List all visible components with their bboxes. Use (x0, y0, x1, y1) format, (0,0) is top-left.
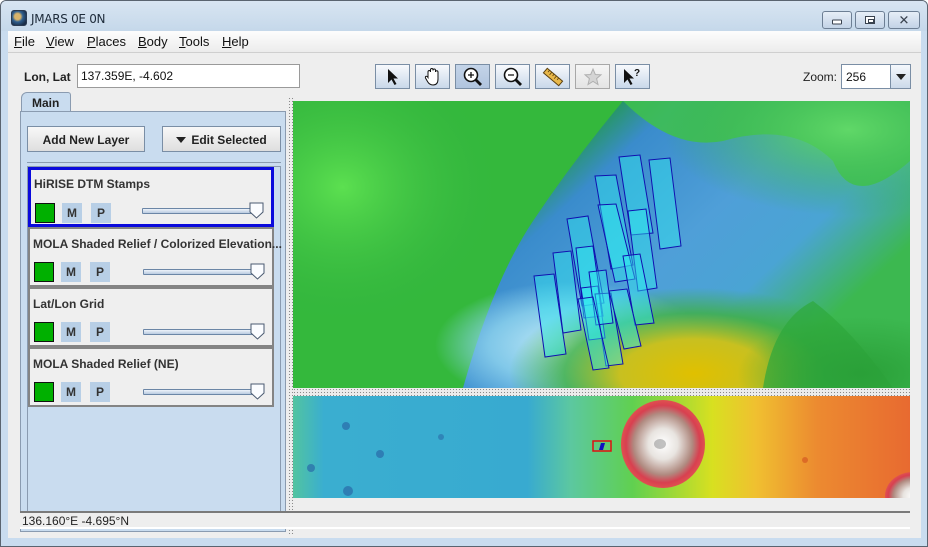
menu-places[interactable]: Places (87, 34, 126, 49)
lon-lat-input[interactable] (77, 64, 300, 88)
zoom-out-icon (503, 67, 522, 86)
menu-label: laces (95, 34, 127, 49)
layer-row[interactable]: HiRISE DTM Stamps M P (28, 167, 274, 227)
measure-tool-button[interactable] (535, 64, 570, 89)
menu-body[interactable]: Body (138, 34, 168, 49)
layer-main-view-toggle[interactable]: M (61, 322, 81, 342)
layer-main-view-toggle[interactable]: M (62, 203, 82, 223)
menu-view[interactable]: View (46, 34, 74, 49)
menu-label: iew (54, 34, 74, 49)
slider-thumb[interactable] (250, 263, 265, 280)
jmars-window: JMARS 0E 0N ✕ File View Places Body Tool… (0, 0, 928, 547)
select-tool-button[interactable] (375, 64, 410, 89)
arrow-pointer-icon (387, 68, 398, 85)
layer-row[interactable]: MOLA Shaded Relief / Colorized Elevation… (28, 227, 282, 287)
ruler-icon (542, 67, 563, 86)
layer-main-view-toggle[interactable]: M (61, 382, 81, 402)
layer-name: HiRISE DTM Stamps (34, 177, 151, 191)
menu-label: ody (146, 34, 168, 49)
investigate-tool-button[interactable]: ? (615, 64, 650, 89)
status-bar: 136.160°E -4.695°N (20, 511, 910, 529)
layer-name: MOLA Shaded Relief / Colorized Elevation… (33, 237, 282, 251)
layer-opacity-slider[interactable] (143, 269, 258, 275)
slider-thumb[interactable] (250, 383, 265, 400)
horizontal-splitter[interactable] (293, 388, 910, 396)
layer-row[interactable]: MOLA Shaded Relief (NE) M P (28, 347, 274, 407)
layer-opacity-slider[interactable] (143, 389, 258, 395)
maximize-button[interactable] (855, 11, 885, 29)
layer-list: HiRISE DTM Stamps M P MOLA Shaded Relief / … (27, 166, 282, 527)
menu-mnemonic: F (14, 34, 22, 49)
tab-main[interactable]: Main (21, 92, 71, 112)
app-content: File View Places Body Tools Help Lon, La… (8, 31, 921, 538)
menu-mnemonic: P (87, 34, 96, 49)
menu-label: ile (21, 34, 35, 49)
title-bar[interactable]: JMARS 0E 0N ✕ (1, 1, 927, 31)
menu-bar: File View Places Body Tools Help (8, 31, 921, 53)
menu-label: elp (231, 34, 249, 49)
add-new-layer-button[interactable]: Add New Layer (27, 126, 145, 152)
layer-panner-view-toggle[interactable]: P (90, 382, 110, 402)
star-icon (583, 67, 602, 86)
chevron-down-icon[interactable] (890, 65, 910, 88)
menu-label: ools (185, 34, 210, 49)
elevation-map (293, 101, 910, 388)
close-button[interactable]: ✕ (888, 11, 920, 29)
layer-panner-view-toggle[interactable]: P (90, 262, 110, 282)
dropdown-triangle-icon (176, 137, 187, 143)
lon-lat-label: Lon, Lat (24, 70, 71, 84)
main-map-view[interactable] (293, 101, 910, 388)
zoom-in-icon (463, 67, 482, 86)
minimize-icon (832, 19, 842, 25)
slider-thumb[interactable] (250, 323, 265, 340)
globe-icon (11, 10, 27, 26)
edit-selected-button[interactable]: Edit Selected (162, 126, 281, 152)
pan-tool-button[interactable] (415, 64, 450, 89)
cursor-coordinates: 136.160°E -4.695°N (22, 514, 130, 528)
layer-opacity-slider[interactable] (142, 208, 257, 214)
layer-color-swatch[interactable] (34, 322, 54, 342)
menu-tools[interactable]: Tools (179, 34, 209, 49)
pointer-question-icon: ? (623, 68, 640, 85)
layer-name: MOLA Shaded Relief (NE) (33, 357, 179, 371)
layer-color-swatch[interactable] (35, 203, 55, 223)
layer-panner-view-toggle[interactable]: P (90, 322, 110, 342)
menu-file[interactable]: File (14, 34, 35, 49)
menu-mnemonic: H (222, 34, 232, 49)
zoom-in-tool-button[interactable] (455, 64, 490, 89)
close-icon: ✕ (898, 12, 910, 28)
overview-elevation-map (293, 396, 910, 498)
layer-name: Lat/Lon Grid (33, 297, 105, 311)
minimize-button[interactable] (822, 11, 852, 29)
menu-mnemonic: B (138, 34, 147, 49)
layer-opacity-slider[interactable] (143, 329, 258, 335)
edit-selected-label: Edit Selected (191, 133, 267, 147)
layer-color-swatch[interactable] (34, 382, 54, 402)
layer-panner-view-toggle[interactable]: P (91, 203, 111, 223)
layer-color-swatch[interactable] (34, 262, 54, 282)
zoom-value: 256 (846, 70, 867, 84)
hand-icon (424, 67, 438, 86)
layer-manager-panel: Add New Layer Edit Selected HiRISE DTM S… (20, 111, 286, 532)
layer-main-view-toggle[interactable]: M (61, 262, 81, 282)
zoom-label: Zoom: (803, 70, 838, 84)
overview-map-view[interactable] (293, 396, 910, 498)
slider-thumb[interactable] (249, 202, 264, 219)
zoom-out-tool-button[interactable] (495, 64, 530, 89)
layer-row[interactable]: Lat/Lon Grid M P (28, 287, 274, 347)
maximize-icon (865, 16, 875, 24)
window-title: JMARS 0E 0N (31, 12, 106, 26)
menu-help[interactable]: Help (222, 34, 249, 49)
divider (27, 162, 281, 163)
zoom-select[interactable]: 256 (841, 64, 911, 89)
svg-text:?: ? (634, 68, 640, 79)
favorite-tool-button[interactable] (575, 64, 610, 89)
